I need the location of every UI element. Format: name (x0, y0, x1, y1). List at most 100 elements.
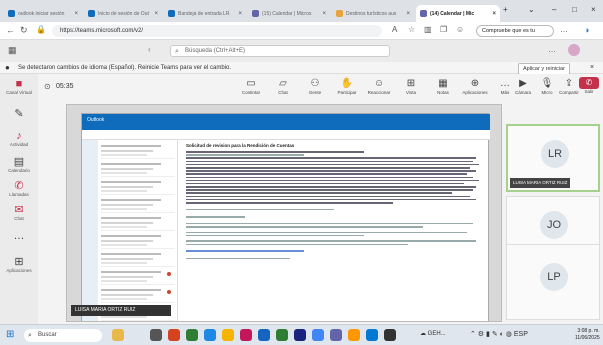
search-icon: ⌕ (28, 332, 32, 339)
outlook-ribbon (82, 130, 490, 140)
back-nav-icon[interactable]: ‹ (148, 45, 151, 54)
browser-tab[interactable]: Bandeja de entrada LR × (164, 5, 246, 22)
call-timer: 05:35 (56, 83, 74, 90)
outlook-header: Outlook (82, 114, 490, 130)
app-icon[interactable] (186, 329, 198, 341)
participant-tile[interactable]: LR LUISA MARIA ORTIZ RUIZ (506, 124, 600, 192)
hand-icon: ✋ (340, 78, 354, 89)
collections-icon[interactable]: ❐ (440, 25, 447, 34)
view-button[interactable]: ⊞ Vista (396, 78, 426, 95)
app-icon[interactable] (240, 329, 252, 341)
close-window-icon[interactable]: × (591, 5, 596, 14)
teams-icon[interactable] (330, 329, 342, 341)
url-input[interactable]: https://teams.microsoft.com/v2/ (52, 25, 382, 37)
raise-hand-button[interactable]: ✋ Participar (332, 78, 362, 95)
app-grid-icon[interactable]: ▦ (8, 45, 17, 56)
folder-icon[interactable] (222, 329, 234, 341)
app-icon[interactable] (348, 329, 360, 341)
close-icon[interactable]: × (406, 11, 410, 17)
outlook-icon[interactable] (258, 329, 270, 341)
excel-icon[interactable] (276, 329, 288, 341)
tab-favicon (336, 10, 343, 17)
compat-button[interactable]: Compruebe que es tu (476, 25, 554, 37)
app-icon[interactable] (384, 329, 396, 341)
minimize-icon[interactable]: – (552, 5, 556, 14)
browser-tab[interactable]: (15) Calendar | Micros × (248, 5, 330, 22)
weather-status[interactable]: ☁ GEH... (420, 330, 446, 337)
start-icon[interactable]: ⊞ (6, 329, 14, 340)
search-icon: ⌕ (175, 48, 179, 55)
presenter-name-tag: LUISA MARIA ORTIZ RUIZ (71, 305, 171, 316)
maximize-icon[interactable]: □ (572, 5, 577, 14)
close-icon[interactable]: × (492, 11, 496, 17)
apps-icon: ⊞ (14, 256, 24, 268)
rail-item-nav[interactable]: ✎ (0, 108, 38, 120)
rail-item-chat[interactable]: ✉ Chat (0, 204, 38, 221)
rail-item-calls[interactable]: ✆ Llamadas (0, 180, 38, 197)
react-button[interactable]: ☺ Reaccionar (364, 78, 394, 95)
people-icon: ⚇ (310, 78, 320, 89)
account-icon[interactable]: ☺ (456, 25, 464, 34)
taskbar-clock[interactable]: 3:08 p. m. 11/06/2025 (575, 328, 600, 342)
rail-item-calendar[interactable]: ▤ Calendario (0, 156, 38, 173)
browser-tab[interactable]: Inicio de sesión de Out × (84, 5, 162, 22)
new-tab-icon[interactable]: + (503, 5, 508, 14)
browser-tab-active[interactable]: (14) Calendar | Mic × (416, 5, 500, 22)
rail-item-virtual-channel[interactable]: ■ Canal Virtual (0, 78, 38, 95)
shared-screen: Outlook Solicitud de revision para la Re… (66, 104, 502, 322)
chat-button[interactable]: ▱ Chat (268, 78, 298, 95)
reading-pane: Solicitud de revision para la Rendición … (182, 140, 486, 321)
chat-icon: ✎ (14, 108, 24, 120)
chrome-icon[interactable] (312, 329, 324, 341)
app-icon[interactable] (168, 329, 180, 341)
apps-button[interactable]: ⊕ Aplicaciones (460, 78, 490, 95)
browser-tab[interactable]: outlook iniciar sesión × (4, 5, 82, 22)
split-screen-icon[interactable]: ▥ (424, 25, 432, 34)
rail-item-more[interactable]: … (0, 230, 38, 242)
close-icon[interactable]: × (322, 11, 326, 17)
tab-favicon (8, 10, 15, 17)
list-item (101, 270, 175, 285)
tray-icons[interactable]: ⌃ ⚙ ▮ ✎ ◐ ◍ ESP (470, 330, 528, 338)
teams-header: ▦ ‹ ⌕ Búsqueda (Ctrl+Alt+E) … (0, 40, 603, 62)
browser-tab[interactable]: Destinos turísticos aus × (332, 5, 414, 22)
phone-icon: ✆ (14, 180, 24, 192)
avatar[interactable] (568, 44, 580, 56)
favorites-icon[interactable]: ☆ (408, 25, 415, 34)
list-item (101, 162, 175, 177)
widgets-icon[interactable] (112, 329, 124, 341)
read-aloud-icon[interactable]: A (392, 25, 397, 34)
rail-item-apps[interactable]: ⊞ Aplicaciones (0, 256, 38, 273)
shield-icon: ⊙ (44, 82, 51, 91)
list-item (101, 252, 175, 267)
more-icon[interactable]: … (560, 25, 568, 34)
close-icon[interactable]: × (590, 62, 594, 74)
copilot-icon[interactable]: ◑ (584, 25, 589, 35)
hang-up-icon: ✆ (579, 77, 599, 89)
task-view-icon[interactable] (150, 329, 162, 341)
chevron-down-icon[interactable]: ⌄ (528, 5, 535, 14)
close-icon[interactable]: × (154, 11, 158, 17)
reload-icon[interactable]: ↻ (20, 25, 28, 36)
participant-tile[interactable]: LP (506, 244, 600, 320)
monitor-icon: ■ (15, 78, 23, 90)
list-item (101, 180, 175, 195)
continue-button[interactable]: ▭ Contintar (236, 78, 266, 95)
close-icon[interactable]: × (238, 11, 242, 17)
taskbar-search[interactable]: ⌕ Buscar (24, 329, 102, 342)
close-icon[interactable]: × (74, 11, 78, 17)
tab-favicon (88, 10, 95, 17)
edge-icon[interactable] (204, 329, 216, 341)
rail-item-activity[interactable]: ♪ Actividad (0, 130, 38, 147)
app-icon[interactable] (366, 329, 378, 341)
notes-button[interactable]: ▦ Notas (428, 78, 458, 95)
participant-name: LUISA MARIA ORTIZ RUIZ (510, 178, 571, 188)
leave-button[interactable]: ✆ Salir (578, 77, 600, 99)
back-icon[interactable]: ← (6, 25, 15, 35)
people-button[interactable]: ⚇ Gente (300, 78, 330, 95)
list-item (101, 198, 175, 213)
app-rail: ■ Canal Virtual ✎ ♪ Actividad ▤ Calendario … (0, 74, 38, 324)
word-icon[interactable] (294, 329, 306, 341)
more-icon[interactable]: … (548, 45, 556, 54)
search-input[interactable]: ⌕ Búsqueda (Ctrl+Alt+E) (170, 45, 390, 57)
